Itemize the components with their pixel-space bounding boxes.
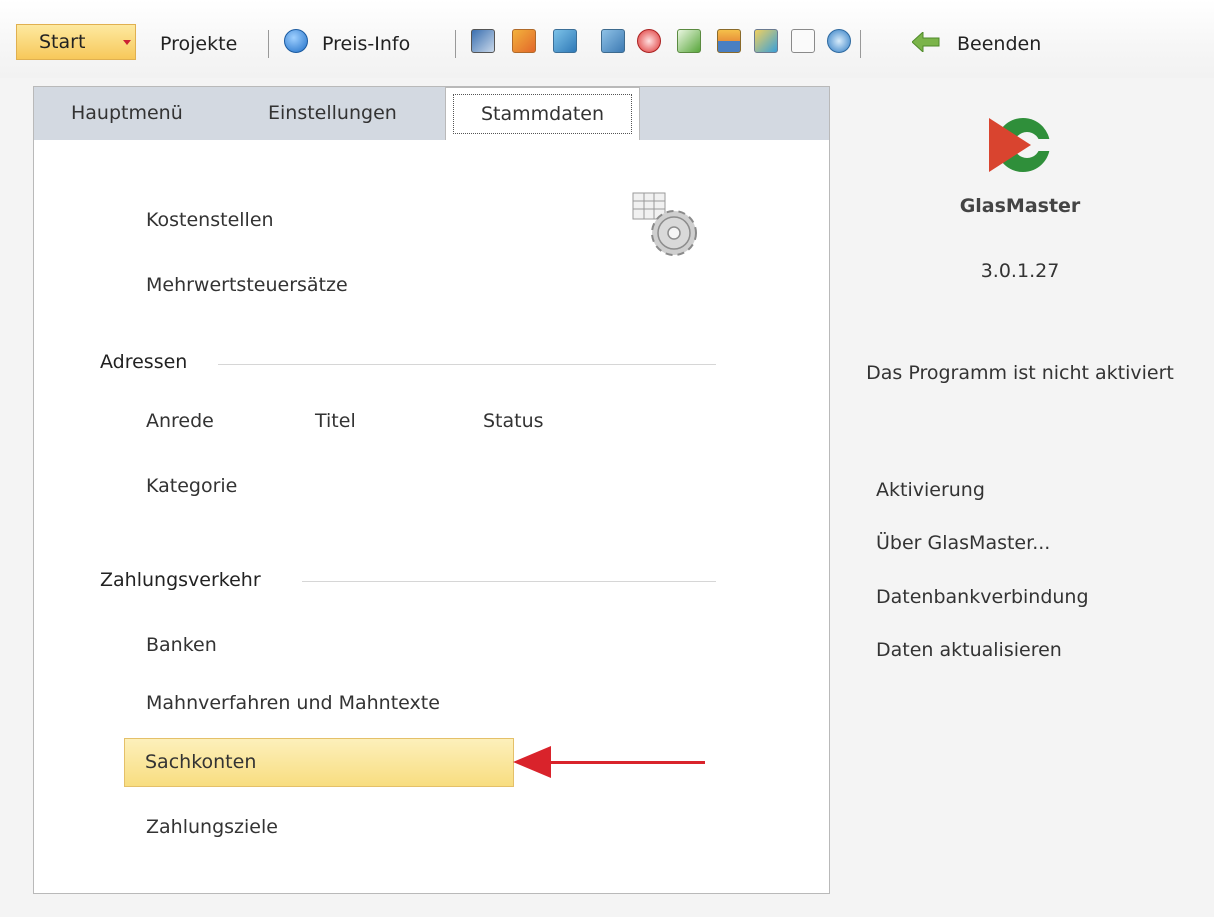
datenbankverbindung-link[interactable]: Datenbankverbindung [876,584,1089,610]
tab-einstellungen[interactable]: Einstellungen [268,87,397,140]
banken-link[interactable]: Banken [146,632,217,658]
mail-icon[interactable] [553,29,577,53]
document-icon[interactable] [601,29,625,53]
titel-link[interactable]: Titel [315,408,356,434]
back-arrow-icon [912,32,940,52]
start-label: Start [39,31,86,53]
activation-status: Das Programm ist nicht aktiviert [866,362,1174,384]
report-icon[interactable] [754,29,778,53]
app-version: 3.0.1.27 [980,260,1060,282]
chart-icon[interactable] [677,29,701,53]
glass-icon[interactable] [512,29,536,53]
top-toolbar: Start Projekte Preis-Info Beenden [0,0,1214,78]
beenden-label: Beenden [957,33,1042,55]
projekte-button[interactable]: Projekte [160,30,237,58]
start-menu-button[interactable]: Start [16,24,136,60]
clock-icon[interactable] [637,29,661,53]
app-name: GlasMaster [959,195,1081,217]
adressen-heading: Adressen [100,351,188,373]
toolbar-separator [455,30,456,58]
daten-aktualisieren-link[interactable]: Daten aktualisieren [876,637,1062,663]
preis-info-label: Preis-Info [322,33,411,55]
status-link[interactable]: Status [483,408,544,434]
dropdown-arrow-icon [123,40,131,45]
mahnverfahren-link[interactable]: Mahnverfahren und Mahntexte [146,690,440,716]
aktivierung-link[interactable]: Aktivierung [876,477,985,503]
tab-stammdaten-label: Stammdaten [453,94,632,134]
info-icon [284,29,308,53]
adressen-divider [218,364,716,365]
customers-icon[interactable] [471,29,495,53]
mehrwertsteuersaetze-link[interactable]: Mehrwertsteuersätze [146,272,348,298]
zahlungsverkehr-divider [302,581,716,582]
tab-stammdaten[interactable]: Stammdaten [445,87,640,140]
envelope-icon[interactable] [791,29,815,53]
table-gear-icon [632,192,697,256]
annotation-arrow-head [513,746,551,778]
tab-strip: Hauptmenü Einstellungen Stammdaten [34,87,829,140]
tab-hauptmenue[interactable]: Hauptmenü [71,87,183,140]
refresh-icon[interactable] [827,29,851,53]
zahlungsziele-link[interactable]: Zahlungsziele [146,814,278,840]
sachkonten-link[interactable]: Sachkonten [124,738,514,787]
toolbar-separator [860,30,861,58]
kategorie-link[interactable]: Kategorie [146,473,237,499]
ueber-glasmaster-link[interactable]: Über GlasMaster... [876,530,1050,556]
glasmaster-logo-icon [989,118,1055,172]
cards-icon[interactable] [717,29,741,53]
sachkonten-label: Sachkonten [145,751,257,773]
anrede-link[interactable]: Anrede [146,408,214,434]
toolbar-separator [268,30,269,58]
annotation-arrow-line [548,761,705,764]
zahlungsverkehr-heading: Zahlungsverkehr [100,569,261,591]
kostenstellen-link[interactable]: Kostenstellen [146,207,274,233]
